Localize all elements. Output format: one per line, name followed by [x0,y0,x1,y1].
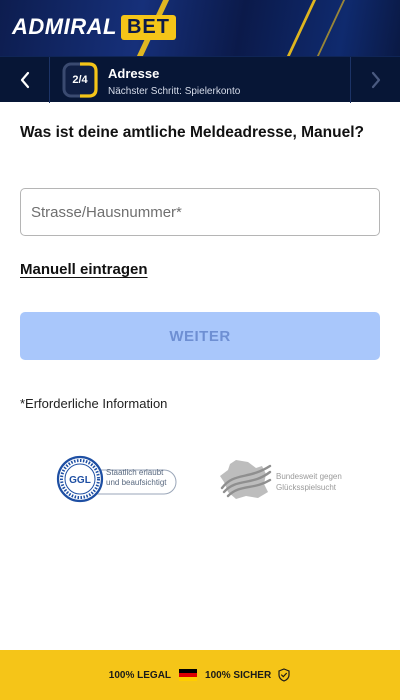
brand-logo[interactable]: ADMIRAL BET [12,14,176,40]
header-bar: ADMIRAL BET [0,0,400,56]
bz-caption-line: Glücksspielsucht [276,483,337,492]
trust-footer: 100% LEGAL 100% SICHER [0,650,400,700]
brand-suffix: BET [120,14,176,40]
street-input[interactable] [21,189,379,235]
step-title: Adresse [108,66,160,81]
ggl-caption: Staatlich erlaubt und beaufsichtigt [106,468,167,488]
ggl-caption-line: Staatlich erlaubt [106,468,164,477]
street-field[interactable] [20,188,380,236]
ggl-mark: GGL [69,475,91,486]
continue-button[interactable]: WEITER [20,312,380,360]
legal-label: 100% LEGAL [108,669,172,681]
required-info-note: *Erforderliche Information [20,396,168,411]
decor-streak [286,0,317,56]
germany-map-logo [220,460,272,499]
chevron-right-icon [371,71,380,89]
chevron-left-icon [20,71,29,89]
back-button[interactable] [0,57,50,103]
shield-check-icon [278,668,290,682]
manual-entry-link[interactable]: Manuell eintragen [20,261,148,278]
germany-flag-icon [179,669,198,681]
step-subtitle: Nächster Schritt: Spielerkonto [108,86,241,97]
decor-streak [316,0,346,56]
step-bar: 2/4 Adresse Nächster Schritt: Spielerkon… [0,56,400,103]
next-button[interactable] [350,57,400,103]
step-progress: 2/4 [62,62,98,98]
bz-caption: Bundesweit gegen Glücksspielsucht [276,471,342,493]
bz-caption-line: Bundesweit gegen [276,472,342,481]
page-question: Was ist deine amtliche Meldeadresse, Man… [20,124,364,141]
progress-label: 2/4 [72,74,88,86]
ggl-caption-line: und beaufsichtigt [106,478,167,487]
brand-name: ADMIRAL [12,14,117,39]
safe-label: 100% SICHER [205,669,272,681]
